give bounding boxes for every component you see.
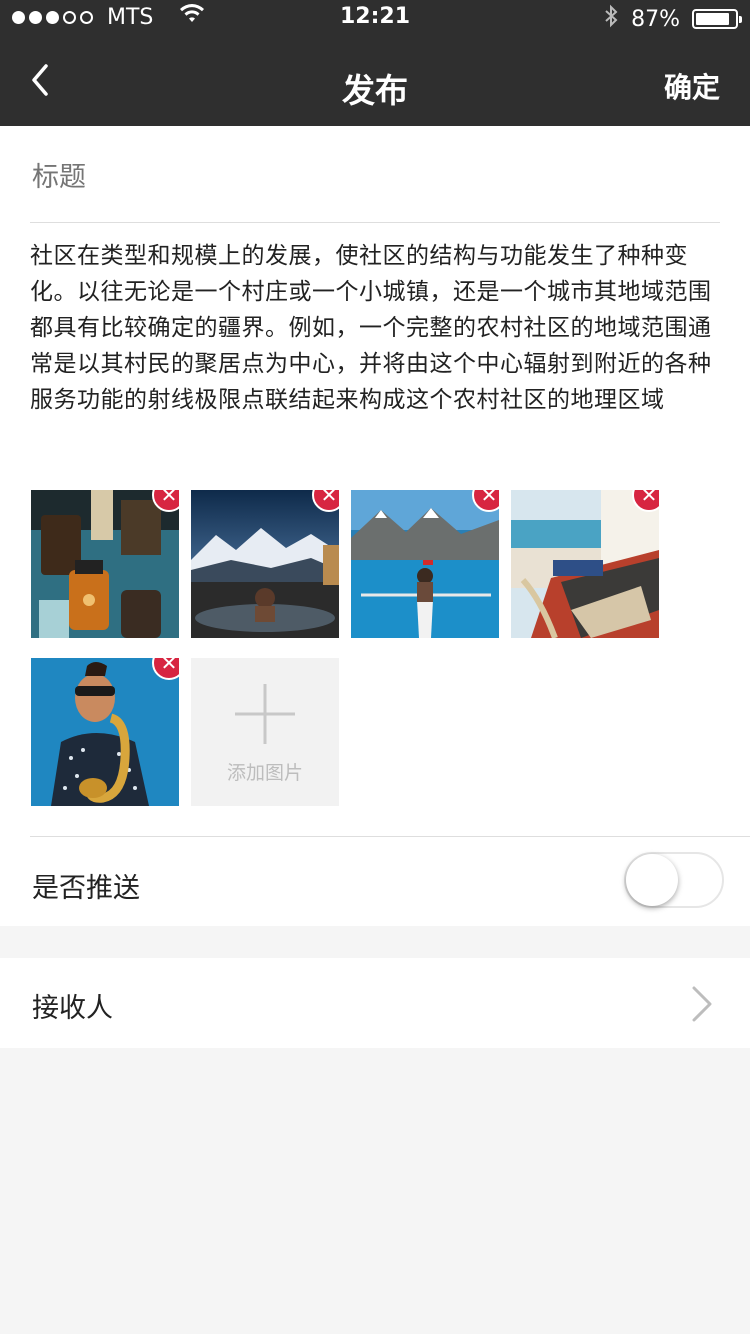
bluetooth-icon: [603, 4, 619, 34]
receiver-label: 接收人: [32, 993, 113, 1024]
photo-thumbnail[interactable]: ✕: [31, 490, 179, 638]
photo-saxophone-image: [31, 658, 179, 806]
status-bar: MTS 12:21 87%: [0, 0, 750, 36]
receiver-row[interactable]: 接收人: [0, 958, 750, 1048]
body-text-area[interactable]: 社区在类型和规模上的发展，使社区的结构与功能发生了种种变化。以往无论是一个村庄或…: [30, 238, 720, 418]
top-bar: MTS 12:21 87% 发布 确定: [0, 0, 750, 126]
photo-apothecary-image: [31, 490, 179, 638]
divider: [30, 222, 720, 223]
chevron-right-icon: [692, 986, 712, 1022]
title-input[interactable]: [30, 156, 724, 198]
photo-grid: ✕ ✕ ✕ ✕ ✕ 添加图片: [0, 490, 750, 810]
photo-thumbnail[interactable]: ✕: [191, 490, 339, 638]
photo-thumbnail[interactable]: ✕: [31, 658, 179, 806]
photo-hot-spring-image: [191, 490, 339, 638]
close-icon: ✕: [160, 658, 178, 675]
push-toggle[interactable]: [624, 852, 724, 908]
push-toggle-label: 是否推送: [32, 873, 140, 904]
plus-icon: [235, 684, 295, 744]
photo-beach-boat-image: [511, 490, 659, 638]
add-photo-label: 添加图片: [226, 762, 303, 784]
battery-percent: 87%: [631, 6, 680, 32]
nav-bar: 发布 确定: [0, 36, 750, 126]
photo-thumbnail[interactable]: ✕: [511, 490, 659, 638]
photo-thumbnail[interactable]: ✕: [351, 490, 499, 638]
post-form: 社区在类型和规模上的发展，使社区的结构与功能发生了种种变化。以往无论是一个村庄或…: [0, 126, 750, 926]
close-icon: ✕: [160, 490, 178, 507]
close-icon: ✕: [320, 490, 338, 507]
toggle-knob: [626, 854, 678, 906]
page-title: 发布: [342, 71, 408, 110]
divider: [30, 836, 750, 837]
photo-kayak-image: [351, 490, 499, 638]
close-icon: ✕: [480, 490, 498, 507]
battery-icon: [692, 9, 742, 29]
close-icon: ✕: [640, 490, 658, 507]
add-photo-button[interactable]: 添加图片: [191, 658, 339, 806]
back-button[interactable]: [22, 60, 62, 100]
chevron-left-icon: [32, 64, 48, 96]
confirm-button[interactable]: 确定: [664, 66, 720, 106]
